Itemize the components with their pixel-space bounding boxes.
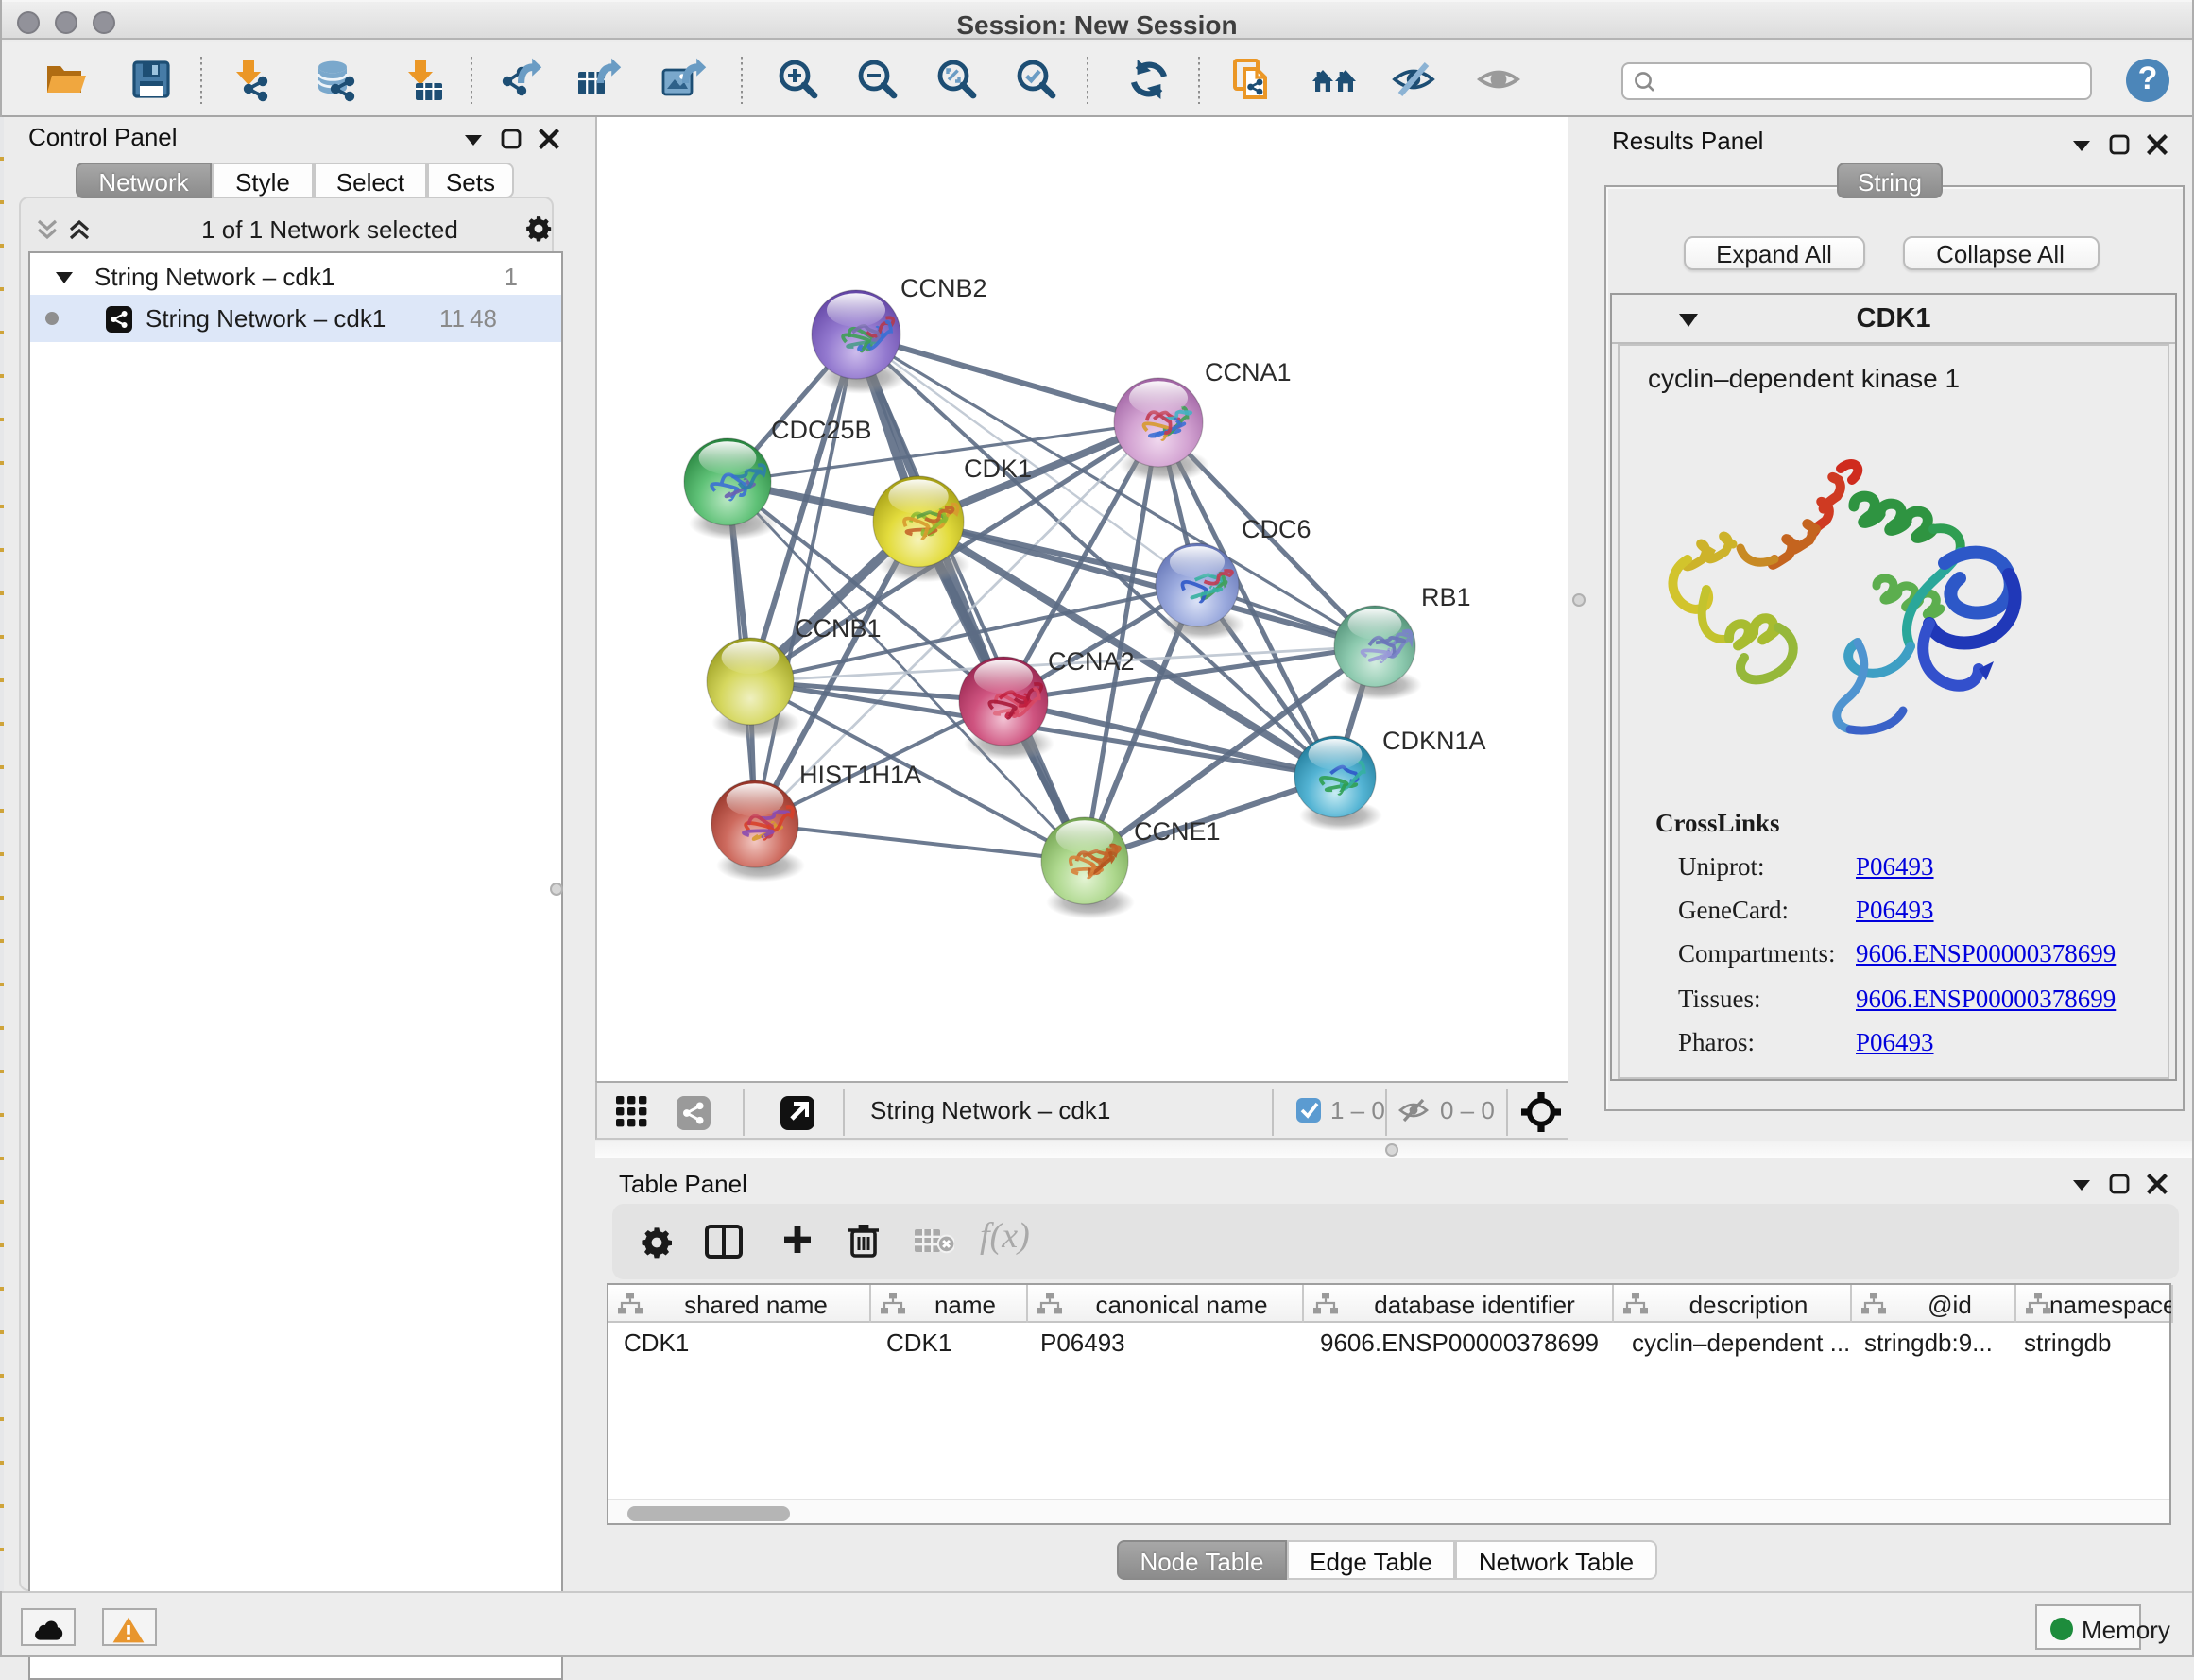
svg-text:CCNA1: CCNA1 — [1205, 358, 1292, 386]
svg-text:RB1: RB1 — [1421, 583, 1471, 611]
svg-text:CCNB1: CCNB1 — [795, 614, 882, 643]
svg-text:HIST1H1A: HIST1H1A — [799, 761, 921, 789]
svg-text:CDKN1A: CDKN1A — [1382, 727, 1486, 755]
svg-text:CCNE1: CCNE1 — [1134, 817, 1221, 846]
svg-text:CCNA2: CCNA2 — [1048, 647, 1135, 676]
svg-text:CDK1: CDK1 — [964, 454, 1032, 483]
svg-text:CDC6: CDC6 — [1242, 515, 1311, 543]
svg-text:CCNB2: CCNB2 — [900, 274, 987, 302]
svg-text:CDC25B: CDC25B — [771, 416, 872, 444]
